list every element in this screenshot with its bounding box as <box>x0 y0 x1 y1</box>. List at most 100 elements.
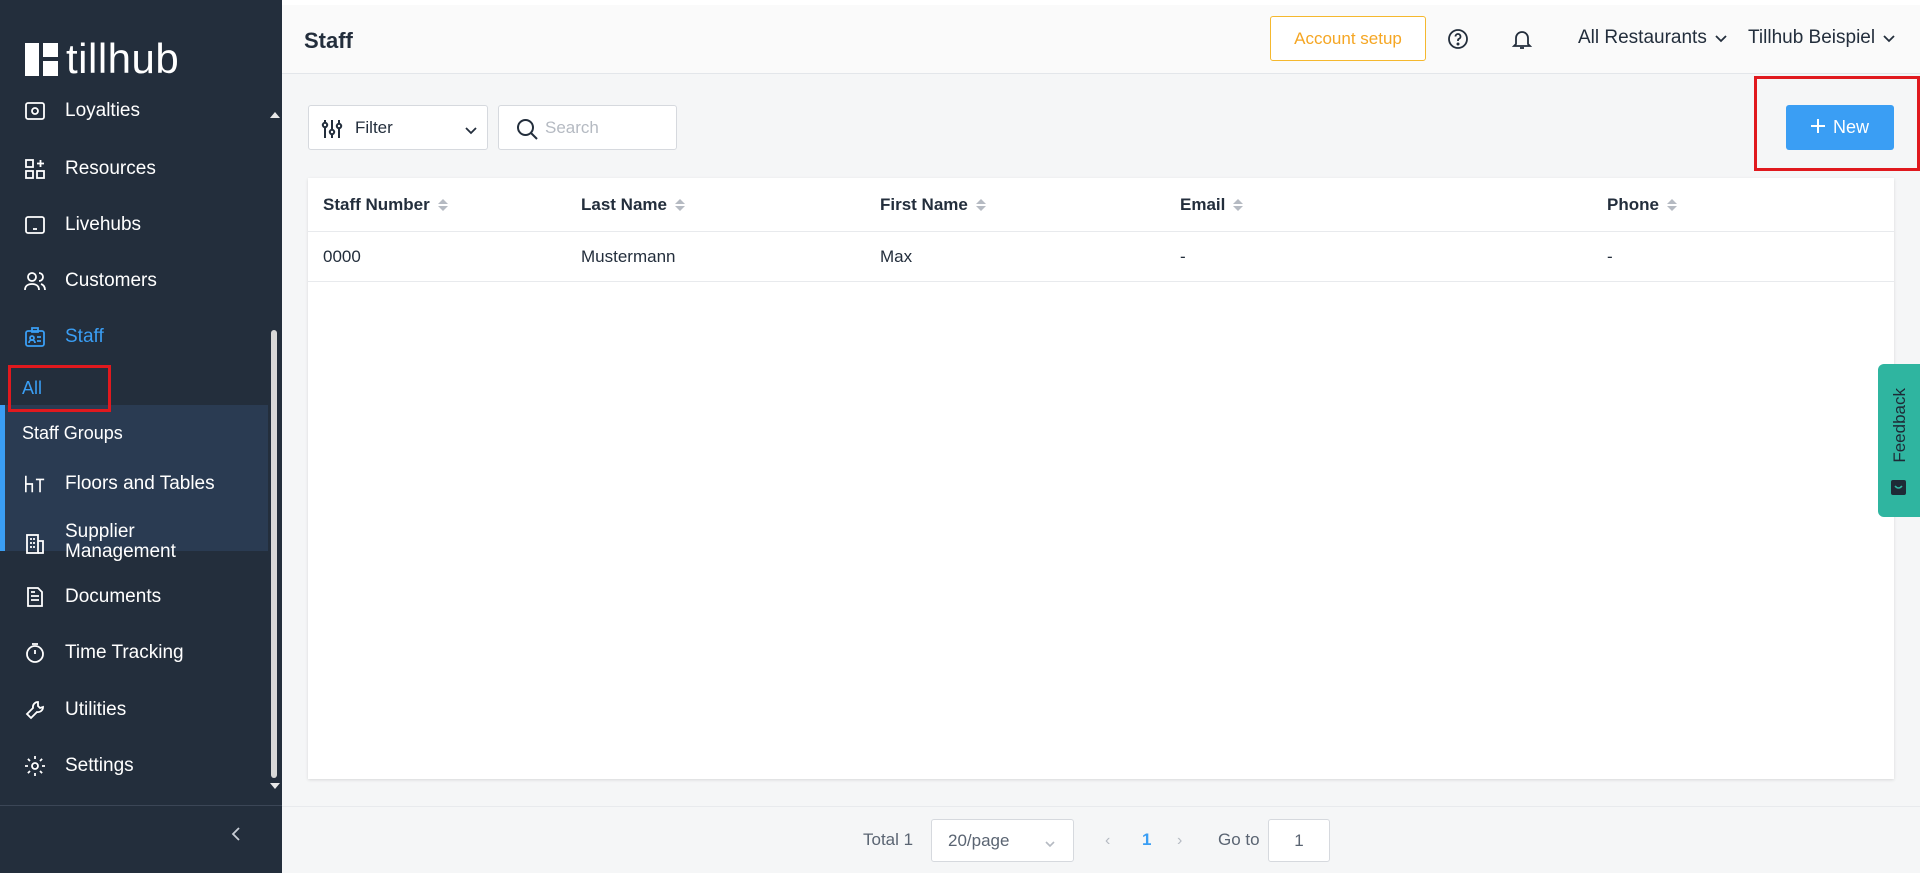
search-icon <box>516 118 538 145</box>
sidebar-item-settings[interactable]: Settings <box>0 738 268 794</box>
account-selector-label: Tillhub Beispiel <box>1748 27 1876 48</box>
chevron-down-icon <box>1045 835 1055 853</box>
loyalties-icon <box>24 100 46 122</box>
chevron-down-icon <box>1715 27 1727 49</box>
floors-tables-icon <box>24 473 46 495</box>
sidebar-item-utilities[interactable]: Utilities <box>0 682 268 738</box>
sidebar-item-label: Customers <box>65 270 157 291</box>
table-row[interactable]: 0000 Mustermann Max - - <box>308 232 1894 282</box>
building-icon <box>24 533 46 555</box>
sort-icon <box>975 199 986 211</box>
sidebar-item-label: Supplier Management <box>65 521 176 562</box>
cell-phone: - <box>1607 247 1613 266</box>
search-box[interactable] <box>498 105 677 150</box>
sidebar-nav: Loyalties Resources Livehubs Customers S <box>0 95 268 795</box>
sidebar-item-label: Staff <box>65 326 104 347</box>
tillhub-logo[interactable]: tillhub <box>25 38 179 80</box>
bell-icon[interactable] <box>1511 28 1533 50</box>
chevron-down-icon <box>1883 27 1895 49</box>
table-header-row: Staff Number Last Name First Name Email … <box>308 178 1894 232</box>
account-selector[interactable]: Tillhub Beispiel <box>1748 27 1895 49</box>
document-icon <box>24 586 46 608</box>
users-icon <box>24 270 46 292</box>
sidebar-item-documents[interactable]: Documents <box>0 569 268 625</box>
sidebar-subitem-staff-groups[interactable]: Staff Groups <box>22 423 123 444</box>
cell-email: - <box>1180 247 1186 266</box>
scroll-up-arrow-icon[interactable] <box>270 112 280 118</box>
cell-staff-number: 0000 <box>323 247 361 266</box>
stopwatch-icon <box>24 642 46 664</box>
sidebar-item-label: Resources <box>65 158 156 179</box>
scroll-down-arrow-icon[interactable] <box>270 783 280 789</box>
prev-page-button[interactable]: ‹ <box>1105 832 1110 850</box>
search-input[interactable] <box>545 116 665 140</box>
sidebar-item-livehubs[interactable]: Livehubs <box>0 197 268 253</box>
sidebar-item-label: Livehubs <box>65 214 142 235</box>
filter-dropdown[interactable]: Filter <box>308 105 488 150</box>
feedback-smiley-icon <box>1890 479 1907 496</box>
column-header-label: First Name <box>880 195 968 214</box>
tablet-icon <box>24 214 46 236</box>
cell-last-name: Mustermann <box>581 247 676 266</box>
collapse-sidebar-button[interactable] <box>225 825 247 847</box>
highlight-box-new <box>1754 76 1920 171</box>
sidebar-item-time-tracking[interactable]: Time Tracking <box>0 625 268 681</box>
column-header-phone[interactable]: Phone <box>1607 195 1677 215</box>
resources-icon <box>24 158 46 180</box>
help-icon[interactable] <box>1447 28 1469 50</box>
goto-label: Go to <box>1218 830 1260 849</box>
feedback-label: Feedback <box>1890 388 1909 463</box>
filter-label: Filter <box>355 117 393 137</box>
logo-text: tillhub <box>66 35 180 82</box>
sidebar-item-resources[interactable]: Resources <box>0 141 268 197</box>
column-header-last-name[interactable]: Last Name <box>581 195 685 215</box>
page-size-select[interactable]: 20/page <box>931 819 1074 862</box>
sort-icon <box>674 199 685 211</box>
footer-divider <box>282 806 1920 807</box>
column-header-label: Staff Number <box>323 195 430 214</box>
chevron-down-icon <box>465 122 477 140</box>
sort-icon <box>1233 199 1244 211</box>
gear-icon <box>24 755 46 777</box>
sidebar-item-customers[interactable]: Customers <box>0 253 268 309</box>
column-header-label: Last Name <box>581 195 667 214</box>
column-header-label: Phone <box>1607 195 1659 214</box>
feedback-tab[interactable]: Feedback <box>1878 364 1920 517</box>
page-title: Staff <box>304 28 353 53</box>
staff-table: Staff Number Last Name First Name Email … <box>308 178 1894 779</box>
column-header-label: Email <box>1180 195 1226 214</box>
column-header-first-name[interactable]: First Name <box>880 195 986 215</box>
restaurant-selector-label: All Restaurants <box>1578 27 1707 48</box>
sort-icon <box>437 199 448 211</box>
top-header: Staff Account setup All Restaurants Till… <box>282 0 1920 74</box>
pagination-total: Total 1 <box>863 830 914 849</box>
sidebar-item-label: Loyalties <box>65 100 140 121</box>
filter-sliders-icon <box>321 118 343 145</box>
wrench-icon <box>24 699 46 721</box>
account-setup-button[interactable]: Account setup <box>1270 16 1426 61</box>
goto-page-input[interactable] <box>1268 819 1330 862</box>
sidebar-item-staff[interactable]: Staff <box>0 309 268 365</box>
page-size-value: 20/page <box>948 831 1010 850</box>
next-page-button[interactable]: › <box>1177 832 1182 850</box>
sidebar: tillhub Loyalties Resources Livehubs Cus… <box>0 0 282 873</box>
staff-badge-icon <box>24 326 46 348</box>
page-number[interactable]: 1 <box>1142 830 1151 850</box>
restaurant-selector[interactable]: All Restaurants <box>1578 27 1727 49</box>
sidebar-scroll-thumb[interactable] <box>271 330 277 778</box>
sidebar-item-loyalties[interactable]: Loyalties <box>0 95 268 139</box>
tillhub-logo-mark <box>25 42 58 76</box>
sidebar-item-floors-tables[interactable]: Floors and Tables <box>0 456 268 512</box>
column-header-email[interactable]: Email <box>1180 195 1244 215</box>
column-header-staff-number[interactable]: Staff Number <box>323 195 448 215</box>
sidebar-divider <box>0 805 282 806</box>
highlight-box-all <box>8 365 111 412</box>
sidebar-item-supplier-management[interactable]: Supplier Management <box>0 513 268 575</box>
sidebar-item-label: Utilities <box>65 699 127 720</box>
sidebar-item-label: Settings <box>65 755 134 776</box>
cell-first-name: Max <box>880 247 913 266</box>
sort-icon <box>1666 199 1677 211</box>
sidebar-item-label: Time Tracking <box>65 642 184 663</box>
sidebar-item-label: Documents <box>65 586 162 607</box>
sidebar-item-label: Floors and Tables <box>65 473 215 494</box>
